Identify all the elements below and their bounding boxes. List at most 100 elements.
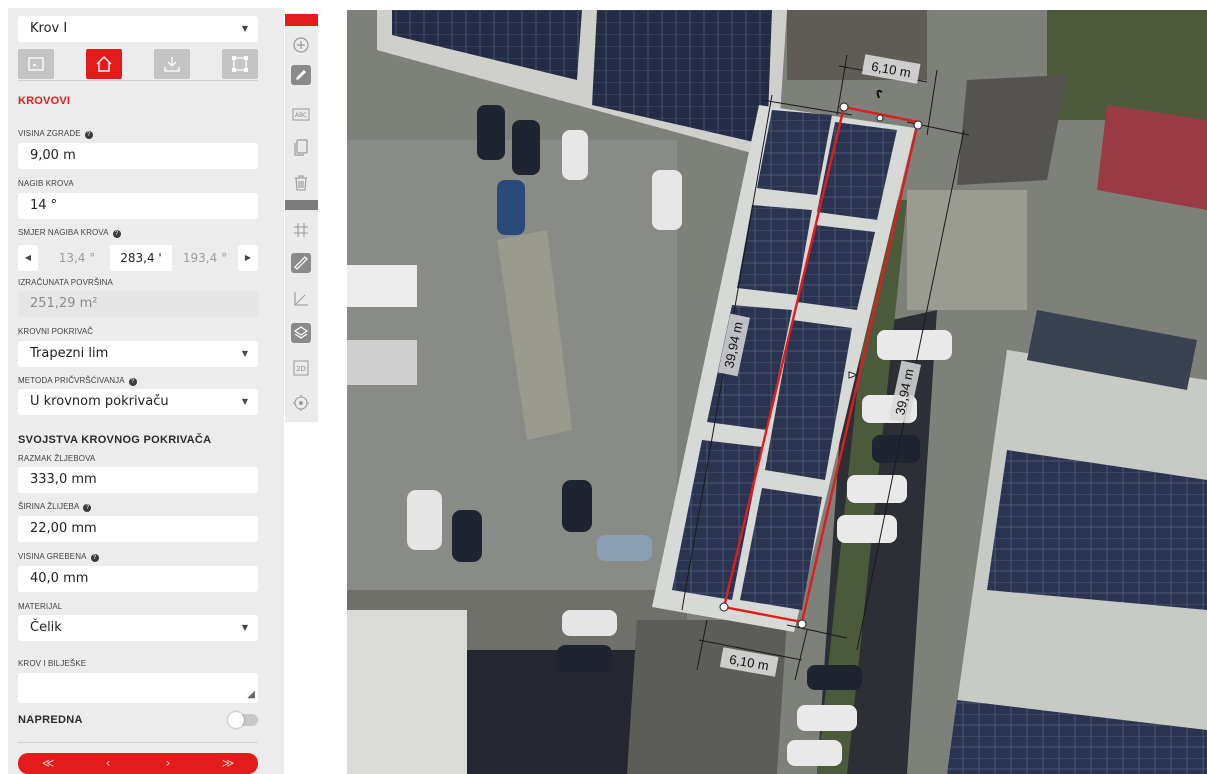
view-2d-button[interactable]: 2D bbox=[290, 357, 312, 379]
house-icon bbox=[96, 56, 112, 72]
roof-cover-value: Trapezni lim bbox=[30, 346, 109, 361]
panel-tabs bbox=[18, 49, 258, 79]
area-tab[interactable] bbox=[222, 49, 258, 79]
map-toolbar: ABC 2D bbox=[285, 14, 318, 422]
groove-spacing-input[interactable]: 333,0 mm bbox=[18, 467, 258, 493]
copy-icon bbox=[294, 139, 308, 156]
angle-button[interactable] bbox=[290, 288, 312, 310]
fixing-method-label: METODA PRIČVRŠĆIVANJA? bbox=[18, 376, 137, 386]
vertex-handle[interactable] bbox=[913, 120, 923, 130]
grid-button[interactable] bbox=[290, 219, 312, 241]
cover-section-title: SVOJSTVA KROVNOG POKRIVAČA bbox=[18, 434, 212, 446]
measure-button[interactable] bbox=[290, 252, 312, 274]
advanced-toggle[interactable] bbox=[228, 712, 258, 728]
2d-icon: 2D bbox=[293, 360, 309, 376]
tabs-divider bbox=[18, 80, 258, 81]
download-tab[interactable] bbox=[154, 49, 190, 79]
layers-icon bbox=[291, 323, 311, 343]
navigation-bar: ≪ ‹ › ≫ bbox=[18, 753, 258, 774]
advanced-label: NAPREDNA bbox=[18, 714, 83, 726]
chevron-down-icon: ▼ bbox=[241, 349, 248, 358]
vertex-handle[interactable] bbox=[839, 102, 849, 112]
groove-width-input[interactable]: 22,00 mm bbox=[18, 516, 258, 542]
download-icon bbox=[164, 57, 180, 72]
svg-text:2D: 2D bbox=[296, 365, 306, 373]
direction-next-value[interactable]: 193,4 ° bbox=[174, 245, 236, 271]
chevron-down-icon: ▼ bbox=[241, 397, 248, 406]
locate-icon bbox=[293, 395, 309, 411]
angle-icon bbox=[294, 292, 308, 306]
map-canvas[interactable]: 6,10 m 6,10 m 39,94 m 39,94 m bbox=[347, 10, 1207, 774]
info-icon[interactable]: ? bbox=[84, 131, 93, 139]
area-value: 251,29 m² bbox=[18, 291, 258, 317]
midpoint-handle[interactable] bbox=[876, 114, 884, 122]
copy-button[interactable] bbox=[290, 136, 312, 158]
direction-prev-value[interactable]: 13,4 ° bbox=[46, 245, 108, 271]
last-button[interactable]: ≫ bbox=[198, 753, 258, 774]
roof-tab[interactable] bbox=[86, 49, 122, 79]
direction-next-button[interactable]: ▶ bbox=[238, 245, 258, 271]
material-select[interactable]: Čelik ▼ bbox=[18, 615, 258, 641]
fixing-method-value: U krovnom pokrivaču bbox=[30, 394, 169, 409]
info-icon[interactable]: ? bbox=[112, 230, 121, 238]
chevron-down-icon: ▼ bbox=[241, 623, 248, 632]
area-select-icon bbox=[232, 56, 248, 72]
trees bbox=[1047, 10, 1207, 120]
app: Krov I ▼ KROVOVI VISINA ZGRADE ? 9,00 m … bbox=[0, 0, 1207, 774]
prev-button[interactable]: ‹ bbox=[78, 753, 138, 774]
info-icon[interactable]: ? bbox=[128, 378, 137, 386]
text-tool-button[interactable]: ABC bbox=[290, 104, 312, 126]
add-button[interactable] bbox=[290, 34, 312, 56]
roof-cover-select[interactable]: Trapezni lim ▼ bbox=[18, 341, 258, 367]
ridge-height-label: VISINA GREBENA? bbox=[18, 552, 99, 562]
trash-icon bbox=[295, 175, 307, 191]
info-icon[interactable]: ? bbox=[90, 554, 99, 562]
notes-textarea[interactable]: ◢ bbox=[18, 673, 258, 703]
vertex-handle[interactable] bbox=[719, 602, 729, 612]
next-button[interactable]: › bbox=[138, 753, 198, 774]
roof-pitch-label: NAGIB KROVA bbox=[18, 179, 74, 188]
section-title: KROVOVI bbox=[18, 95, 71, 107]
roof-select-value: Krov I bbox=[30, 21, 68, 36]
info-icon[interactable]: ? bbox=[83, 504, 92, 512]
pencil-icon bbox=[291, 65, 311, 85]
building bbox=[347, 610, 467, 774]
roof-pitch-input[interactable]: 14 ° bbox=[18, 193, 258, 219]
satellite-map[interactable]: 6,10 m 6,10 m 39,94 m 39,94 m bbox=[347, 10, 1207, 774]
material-value: Čelik bbox=[30, 620, 62, 635]
roof-select[interactable]: Krov I ▼ bbox=[18, 16, 258, 42]
fixing-method-select[interactable]: U krovnom pokrivaču ▼ bbox=[18, 389, 258, 415]
toolbar-separator bbox=[285, 200, 318, 210]
road bbox=[627, 620, 787, 774]
notes-label: KROV I BILJEŠKE bbox=[18, 659, 87, 668]
building-height-input[interactable]: 9,00 m bbox=[18, 143, 258, 169]
direction-prev-button[interactable]: ◀ bbox=[18, 245, 38, 271]
first-button[interactable]: ≪ bbox=[18, 753, 78, 774]
locate-button[interactable] bbox=[290, 392, 312, 414]
resize-grip-icon[interactable]: ◢ bbox=[247, 689, 255, 700]
grid-icon bbox=[294, 223, 308, 237]
layers-button[interactable] bbox=[290, 322, 312, 344]
yard bbox=[907, 190, 1027, 310]
material-label: MATERIJAL bbox=[18, 602, 63, 611]
building-height-label: VISINA ZGRADE? bbox=[18, 129, 93, 139]
vertex-handle[interactable] bbox=[797, 619, 807, 629]
image-icon bbox=[28, 57, 44, 71]
add-icon bbox=[293, 37, 309, 53]
image-tab[interactable] bbox=[18, 49, 54, 79]
groove-spacing-label: RAZMAK ŽLJEBOVA bbox=[18, 454, 96, 463]
ruler-icon bbox=[291, 253, 311, 273]
toolbar-accent bbox=[285, 14, 318, 26]
direction-current-value[interactable]: 283,4 ' bbox=[110, 245, 172, 271]
delete-button[interactable] bbox=[290, 172, 312, 194]
roof-properties-panel: Krov I ▼ KROVOVI VISINA ZGRADE ? 9,00 m … bbox=[8, 8, 284, 774]
toggle-knob bbox=[228, 712, 244, 728]
draw-button[interactable] bbox=[290, 64, 312, 86]
area-label: IZRAČUNATA POVRŠINA bbox=[18, 278, 113, 287]
bottom-divider bbox=[18, 742, 258, 743]
roof-direction-stepper: ◀ 13,4 ° 283,4 ' 193,4 ° ▶ bbox=[18, 245, 258, 271]
roof-direction-label: SMJER NAGIBA KROVA? bbox=[18, 228, 121, 238]
svg-text:ABC: ABC bbox=[295, 112, 307, 119]
chevron-down-icon: ▼ bbox=[241, 24, 248, 33]
ridge-height-input[interactable]: 40,0 mm bbox=[18, 566, 258, 592]
